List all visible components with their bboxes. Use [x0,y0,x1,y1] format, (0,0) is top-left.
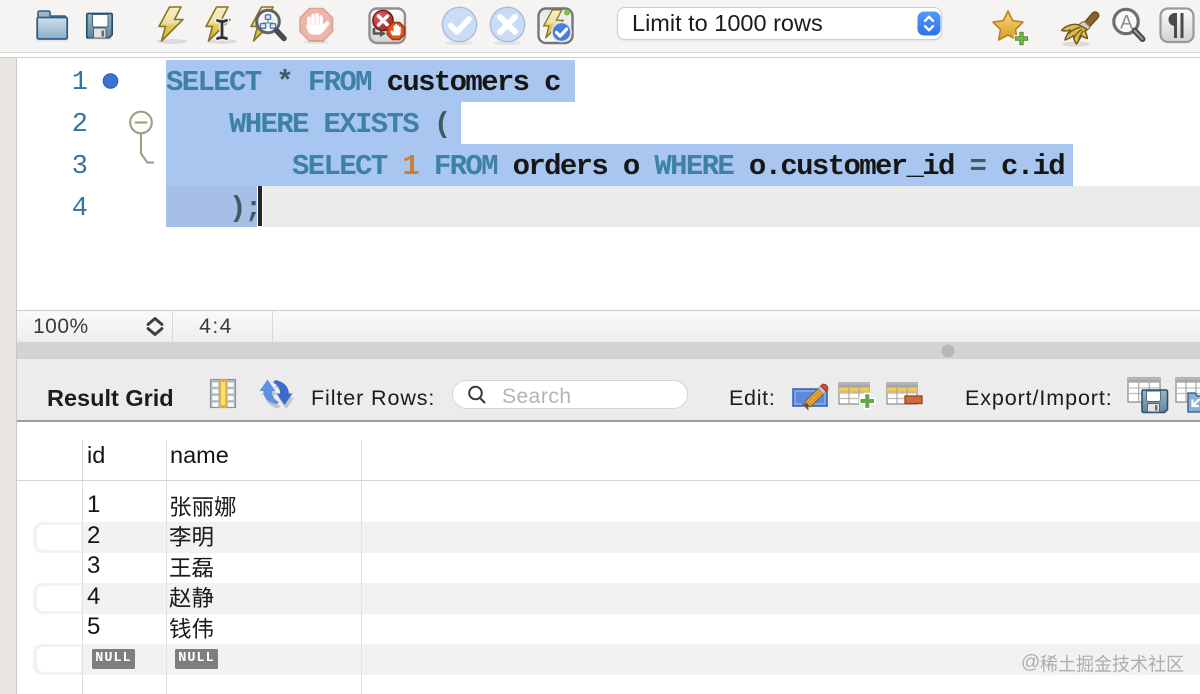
svg-text:A: A [1120,13,1133,34]
